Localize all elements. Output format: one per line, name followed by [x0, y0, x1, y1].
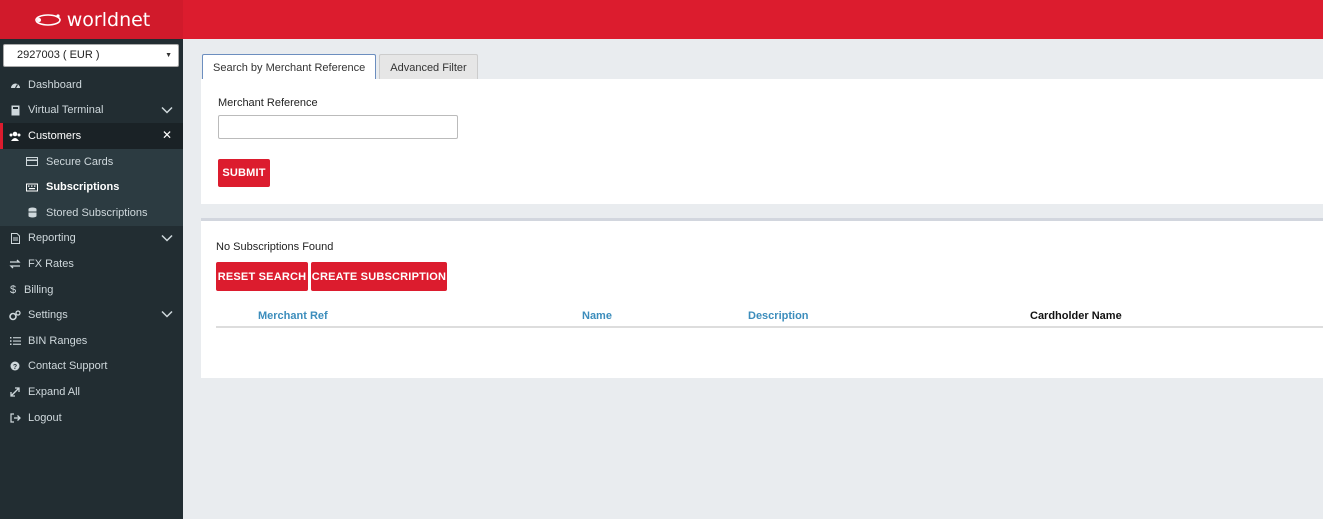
- tab-advanced-filter[interactable]: Advanced Filter: [379, 54, 478, 80]
- sidebar-nav: Dashboard Virtual Terminal Customers ✕ S…: [0, 72, 183, 430]
- sidebar-item-fx-rates[interactable]: FX Rates: [0, 251, 183, 277]
- worldnet-logo-icon: [34, 13, 61, 26]
- sidebar-item-label: FX Rates: [28, 257, 74, 270]
- column-name[interactable]: Name: [582, 310, 612, 322]
- sidebar-item-label: BIN Ranges: [28, 334, 88, 347]
- sidebar-item-label: Billing: [24, 283, 54, 296]
- dollar-icon: $: [9, 283, 17, 296]
- reset-search-button[interactable]: RESET SEARCH: [216, 262, 308, 291]
- sidebar-item-billing[interactable]: $ Billing: [0, 277, 183, 303]
- sidebar-subitem-subscriptions[interactable]: Subscriptions: [0, 174, 183, 200]
- sidebar-item-virtual-terminal[interactable]: Virtual Terminal: [0, 98, 183, 124]
- sidebar-item-label: Logout: [28, 411, 62, 424]
- users-icon: [9, 130, 21, 142]
- chevron-down-icon: [161, 105, 173, 117]
- close-icon[interactable]: ✕: [162, 128, 172, 142]
- submit-button[interactable]: SUBMIT: [218, 159, 270, 187]
- sidebar-item-reporting[interactable]: Reporting: [0, 226, 183, 252]
- sidebar-item-label: Virtual Terminal: [28, 104, 104, 117]
- column-merchant-ref[interactable]: Merchant Ref: [258, 310, 328, 322]
- credit-card-icon: [26, 156, 38, 168]
- dashboard-icon: [9, 79, 21, 91]
- caret-down-icon: ▼: [165, 52, 172, 59]
- sidebar: 2927003 ( EUR ) ▼ Dashboard Virtual Term…: [0, 39, 183, 519]
- list-icon: [9, 335, 21, 347]
- sidebar-item-label: Contact Support: [28, 360, 108, 373]
- sidebar-subitem-label: Stored Subscriptions: [46, 206, 148, 219]
- tab-search-by-merchant-reference[interactable]: Search by Merchant Reference: [202, 54, 377, 80]
- sidebar-item-label: Dashboard: [28, 78, 82, 91]
- results-panel: No Subscriptions Found RESET SEARCH CREA…: [201, 218, 1323, 378]
- sidebar-item-expand-all[interactable]: Expand All: [0, 379, 183, 405]
- create-subscription-button[interactable]: CREATE SUBSCRIPTION: [311, 262, 447, 291]
- sidebar-item-bin-ranges[interactable]: BIN Ranges: [0, 328, 183, 354]
- exchange-icon: [9, 258, 21, 270]
- search-tabs: Search by Merchant Reference Advanced Fi…: [202, 54, 481, 80]
- chevron-down-icon: [161, 233, 173, 245]
- calculator-icon: [9, 104, 21, 116]
- sidebar-item-label: Reporting: [28, 232, 76, 245]
- sidebar-subitem-stored-subscriptions[interactable]: Stored Subscriptions: [0, 199, 183, 226]
- sidebar-item-label: Customers: [28, 129, 82, 142]
- merchant-reference-label: Merchant Reference: [218, 97, 318, 109]
- sidebar-item-contact-support[interactable]: ? Contact Support: [0, 354, 183, 380]
- brand-name: worldnet: [66, 8, 151, 31]
- sidebar-item-dashboard[interactable]: Dashboard: [0, 72, 183, 98]
- top-bar: [0, 0, 1323, 39]
- column-description[interactable]: Description: [748, 310, 809, 322]
- results-table-header: Merchant Ref Name Description Cardholder…: [216, 307, 1323, 328]
- sidebar-item-logout[interactable]: Logout: [0, 405, 183, 431]
- question-icon: ?: [9, 360, 21, 372]
- sidebar-subitem-secure-cards[interactable]: Secure Cards: [0, 148, 183, 175]
- expand-icon: [9, 386, 21, 398]
- sidebar-subitem-label: Subscriptions: [46, 181, 120, 194]
- column-cardholder-name: Cardholder Name: [1030, 310, 1122, 322]
- sidebar-item-label: Settings: [28, 309, 68, 322]
- report-icon: [9, 232, 21, 244]
- merchant-reference-input[interactable]: [218, 115, 458, 139]
- sidebar-subitem-label: Secure Cards: [46, 155, 114, 168]
- logo[interactable]: worldnet: [0, 0, 183, 39]
- sidebar-item-customers[interactable]: Customers ✕: [0, 123, 183, 149]
- merchant-select[interactable]: 2927003 ( EUR ) ▼: [3, 44, 179, 67]
- svg-text:?: ?: [13, 364, 17, 371]
- chevron-down-icon: [161, 309, 173, 321]
- search-panel: Merchant Reference SUBMIT: [201, 79, 1323, 204]
- merchant-select-value: 2927003 ( EUR ): [17, 49, 100, 61]
- logout-icon: [9, 412, 21, 424]
- sidebar-item-settings[interactable]: Settings: [0, 302, 183, 328]
- results-status: No Subscriptions Found: [216, 241, 334, 253]
- sidebar-item-label: Expand All: [28, 385, 80, 398]
- keyboard-icon: [26, 181, 38, 193]
- database-icon: [26, 207, 38, 219]
- cogs-icon: [9, 309, 21, 321]
